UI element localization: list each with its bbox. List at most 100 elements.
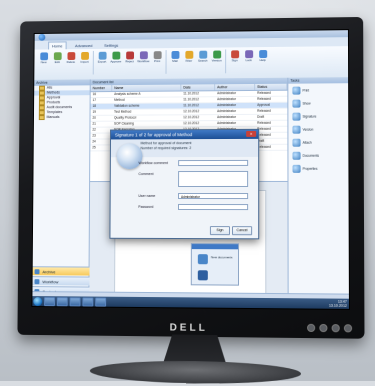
print-icon <box>153 51 162 60</box>
start-button[interactable] <box>33 296 43 306</box>
ribbon-button-sign[interactable]: Sign <box>228 49 241 63</box>
taskbar-app-docs-icon[interactable] <box>82 296 94 307</box>
tab-settings[interactable]: Settings <box>101 42 121 49</box>
table-cell: 22 <box>92 127 96 132</box>
username-input[interactable]: Administrator <box>178 192 249 200</box>
tab-home[interactable]: Home <box>48 41 67 50</box>
tray-date: 13.10.2012 <box>328 303 347 308</box>
ribbon-button-print[interactable]: Print <box>151 50 164 63</box>
workflow-comment-label: Workflow comment <box>138 161 168 166</box>
new-icon <box>39 52 48 61</box>
monitor-button[interactable] <box>319 323 328 333</box>
task-label: Show <box>302 101 311 106</box>
monitor-button[interactable] <box>307 323 316 333</box>
ribbon-button-workflow[interactable]: Workflow <box>137 50 150 63</box>
dialog-close-button[interactable]: x <box>246 130 257 137</box>
tree-item[interactable]: Manuals <box>34 115 90 121</box>
table-cell: 24 <box>92 139 96 144</box>
ribbon-button-version[interactable]: Version <box>210 50 223 64</box>
table-cell: Approval <box>257 102 270 107</box>
nav-archive-button[interactable]: Archive <box>32 266 90 276</box>
monitor-base <box>89 359 302 385</box>
taskbar-app-media-icon[interactable] <box>95 297 107 307</box>
mail-icon <box>171 50 179 59</box>
filter-icon <box>184 50 193 59</box>
ribbon-button-help[interactable]: Help <box>256 49 269 63</box>
task-documents[interactable]: Documents <box>288 149 348 162</box>
table-cell: 12.10.2012 <box>183 121 200 126</box>
task-attach[interactable]: Attach <box>288 135 348 148</box>
ribbon-button-label: Sign <box>231 58 238 63</box>
table-cell: 20 <box>92 115 96 120</box>
task-label: Version <box>302 127 314 132</box>
ribbon-button-label: Search <box>197 58 208 63</box>
table-cell: 11.10.2012 <box>183 97 199 102</box>
attach-icon <box>292 138 301 147</box>
column-header[interactable]: Name <box>112 84 182 92</box>
column-header[interactable]: Author <box>215 83 256 91</box>
delete-icon <box>66 52 75 61</box>
column-header[interactable]: Number <box>90 85 113 92</box>
ribbon-button-edit[interactable]: Edit <box>51 51 64 64</box>
task-print[interactable]: Print <box>288 83 348 96</box>
task-version[interactable]: Version <box>288 122 348 135</box>
ribbon-button-approve[interactable]: Approve <box>109 51 122 64</box>
task-signature[interactable]: Signature <box>288 109 348 122</box>
column-header[interactable]: Status <box>255 83 288 90</box>
table-cell: Administrator <box>217 120 236 126</box>
table-cell: 17 <box>92 98 97 103</box>
table-cell: Administrator <box>217 97 236 102</box>
taskbar-app-mail-icon[interactable] <box>69 296 81 306</box>
nav-workflow-button[interactable]: Workflow <box>32 276 90 286</box>
ribbon-button-lock[interactable]: Lock <box>242 49 255 63</box>
tab-advanced[interactable]: Advanced <box>72 42 95 49</box>
ribbon-button-mail[interactable]: Mail <box>169 50 182 63</box>
monitor-button[interactable] <box>331 324 340 333</box>
show-icon <box>292 99 301 108</box>
notification-popup[interactable]: New documents <box>190 243 240 286</box>
ribbon-button-new[interactable]: New <box>37 51 50 64</box>
task-label: Documents <box>302 153 320 158</box>
table-cell: Released <box>257 108 271 113</box>
table-cell: Administrator <box>217 115 236 120</box>
system-tray-clock[interactable]: 13:47 13.10.2012 <box>329 300 347 308</box>
password-label: Password <box>138 204 154 209</box>
workflow-icon <box>139 51 148 60</box>
workflow-comment-input[interactable] <box>178 159 249 167</box>
table-cell: 21 <box>92 121 96 126</box>
column-header[interactable]: Date <box>181 84 216 91</box>
table-cell: Released <box>257 96 271 101</box>
table-cell: Released <box>257 144 271 149</box>
dialog-logo-icon <box>116 143 143 170</box>
password-input[interactable] <box>177 203 249 211</box>
table-cell: Administrator <box>217 103 236 108</box>
folder-tree: Alls Methods Approval Products Audit documen… <box>34 85 90 121</box>
archive-icon <box>34 269 40 275</box>
table-cell: Test Method <box>114 109 132 114</box>
ribbon-button-label: Delete <box>66 59 76 64</box>
task-label: Properties <box>302 166 318 171</box>
navigation-panel: Archive Alls Methods Approval Products Audit… <box>32 79 91 307</box>
documents-icon <box>292 151 301 160</box>
ribbon-button-reject[interactable]: Reject <box>123 50 136 63</box>
ribbon-button-delete[interactable]: Delete <box>65 51 78 64</box>
task-show[interactable]: Show <box>288 96 348 109</box>
table-cell: 19 <box>92 109 97 114</box>
ribbon-button-export[interactable]: Export <box>96 51 109 64</box>
table-cell: Draft <box>257 114 265 119</box>
ribbon-button-label: Version <box>211 58 222 63</box>
edit-icon <box>53 52 62 61</box>
taskbar-app-explorer-icon[interactable] <box>44 296 55 306</box>
cancel-button[interactable]: Cancel <box>231 226 253 236</box>
comment-input[interactable] <box>178 170 249 188</box>
ribbon-button-search[interactable]: Search <box>196 50 209 63</box>
power-button[interactable] <box>343 324 353 333</box>
ribbon-button-import[interactable]: Import <box>78 51 91 64</box>
ribbon-button-label: Approve <box>110 59 122 64</box>
sign-button[interactable]: Sign <box>209 226 230 236</box>
ribbon-button-filter[interactable]: Filter <box>182 50 195 63</box>
task-properties[interactable]: Properties <box>288 162 348 175</box>
table-cell: Released <box>257 132 271 137</box>
ribbon-button-label: New <box>40 60 47 65</box>
taskbar-app-browser-icon[interactable] <box>56 296 68 306</box>
